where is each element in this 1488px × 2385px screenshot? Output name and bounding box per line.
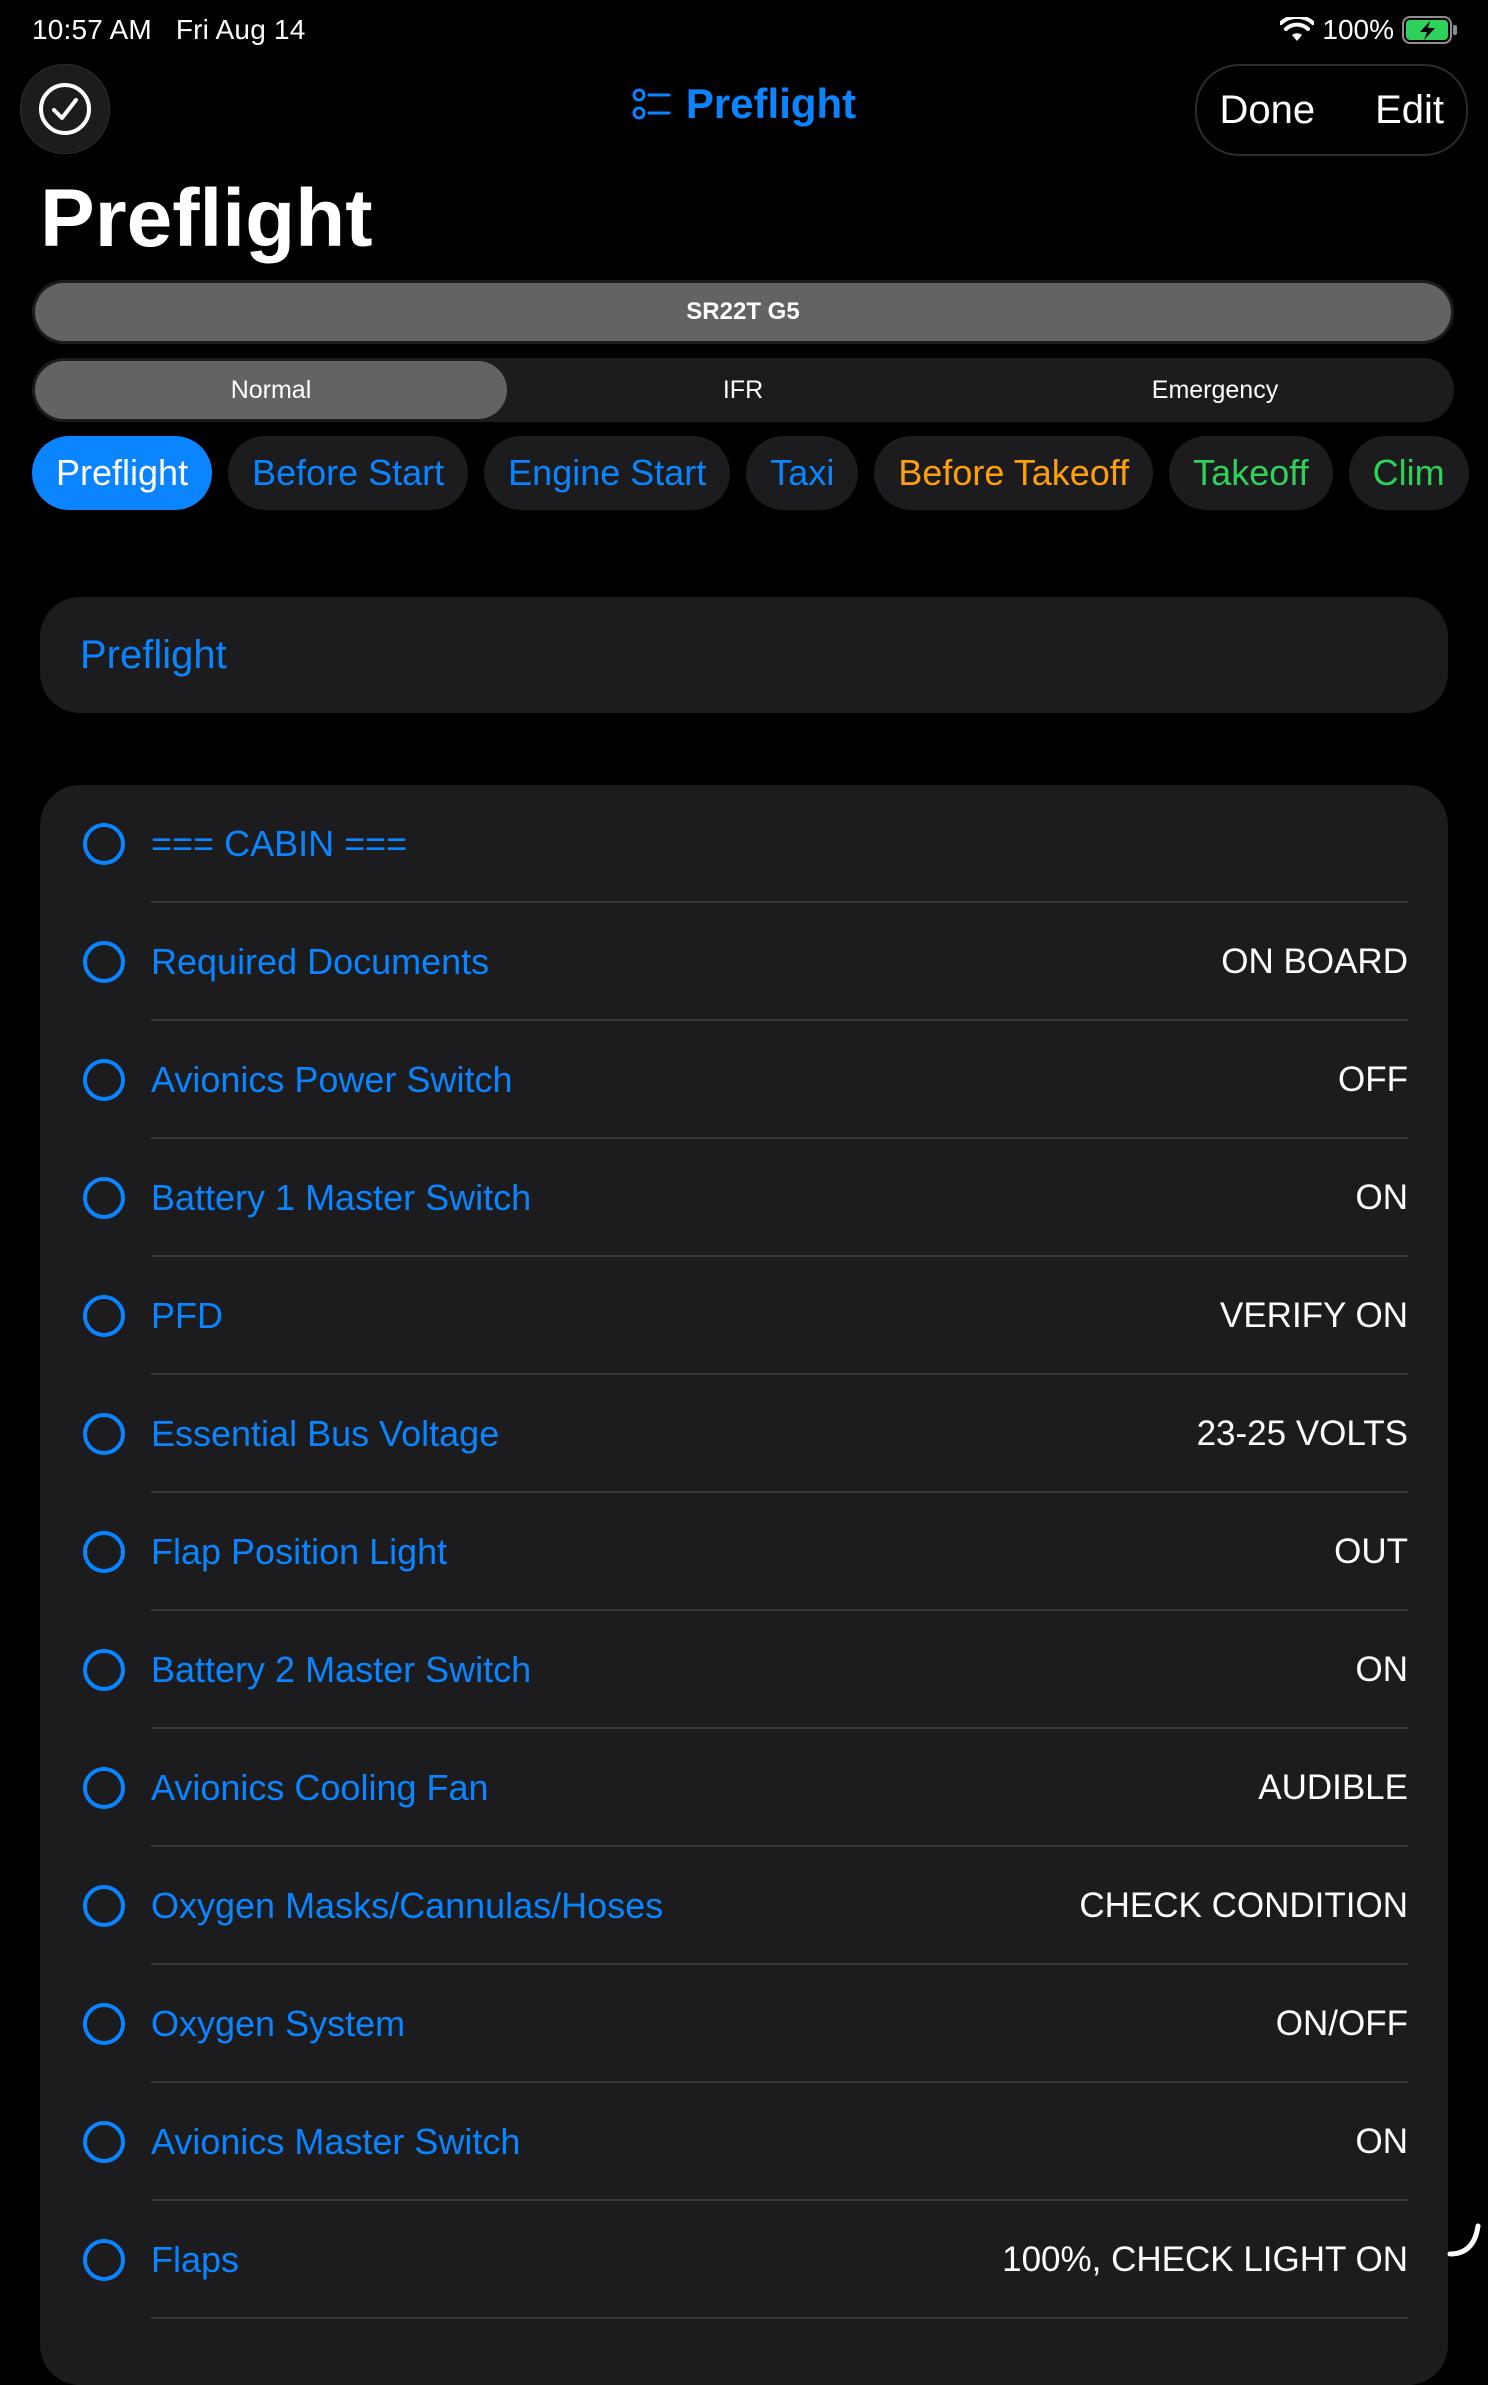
checklist-row[interactable]: Essential Bus Voltage 23-25 VOLTS [40,1375,1448,1493]
checklist-item-label: Avionics Master Switch [151,2121,521,2162]
checklist-item-value: ON [1355,2122,1409,2161]
battery-percent: 100% [1322,14,1394,45]
checklist-row[interactable]: Avionics Power Switch OFF [40,1021,1448,1139]
checklist-item-value: ON [1355,1178,1409,1217]
aircraft-selector[interactable]: SR22T G5 [32,280,1454,344]
checklist-item-value: AUDIBLE [1258,1768,1408,1807]
resize-handle-icon[interactable] [1444,2220,1484,2260]
unchecked-circle-icon[interactable] [83,2121,125,2163]
checklist-row[interactable]: Oxygen Masks/Cannulas/Hoses CHECK CONDITI… [40,1847,1448,1965]
segment-normal[interactable]: Normal [35,361,507,419]
checklist-item-label: Battery 1 Master Switch [151,1177,532,1218]
phase-chip[interactable]: Clim [1348,436,1469,510]
checklist-row[interactable]: Battery 2 Master Switch ON [40,1611,1448,1729]
checklist-row[interactable]: === CABIN === [40,785,1448,903]
row-divider [151,2317,1408,2319]
checklist-icon [632,88,671,120]
status-date: Fri Aug 14 [175,14,306,45]
phase-chip[interactable]: Engine Start [484,436,731,510]
unchecked-circle-icon[interactable] [83,2239,125,2281]
checklist-item-value: VERIFY ON [1219,1296,1408,1335]
checklist-type-segmented-control: Normal IFR Emergency [32,358,1454,422]
status-time-date: 10:57 AM Fri Aug 14 [32,14,306,46]
wifi-icon [1280,17,1315,41]
segment-emergency[interactable]: Emergency [979,361,1451,419]
phase-chip[interactable]: Before Start [228,436,469,510]
page-title: Preflight [40,173,373,264]
section-header[interactable]: Preflight [40,597,1448,713]
status-indicators: 100% [1280,14,1458,46]
unchecked-circle-icon[interactable] [83,2003,125,2045]
nav-title: Preflight [685,80,857,127]
section-header-label: Preflight [80,632,227,677]
unchecked-circle-icon[interactable] [83,1767,125,1809]
checklist-row[interactable]: Avionics Master Switch ON [40,2083,1448,2201]
unchecked-circle-icon[interactable] [83,1649,125,1691]
checklist-item-value: ON BOARD [1221,942,1408,981]
checklist-row[interactable]: PFD VERIFY ON [40,1257,1448,1375]
checklist-row[interactable]: Avionics Cooling Fan AUDIBLE [40,1729,1448,1847]
checklist-item-label: Essential Bus Voltage [151,1413,500,1454]
checklist-item-label: Flap Position Light [151,1531,448,1572]
phase-chip[interactable]: Taxi [746,436,859,510]
checklist-row[interactable]: Required Documents ON BOARD [40,903,1448,1021]
status-bar: 10:57 AM Fri Aug 14 100% [0,0,1488,62]
checklist-item-label: Oxygen Masks/Cannulas/Hoses [151,1885,664,1926]
unchecked-circle-icon[interactable] [83,1177,125,1219]
checklist-item-value: ON/OFF [1275,2004,1408,2043]
phase-chip[interactable]: Preflight [32,436,213,510]
checklist-item-label: PFD [151,1295,223,1336]
edit-button[interactable]: Edit [1375,88,1444,133]
checklist-item-value: ON [1355,1650,1409,1689]
done-button[interactable]: Done [1219,88,1315,133]
checklist-item-value: OUT [1334,1532,1408,1571]
unchecked-circle-icon[interactable] [83,1885,125,1927]
checklist-row[interactable]: Flaps 100%, CHECK LIGHT ON [40,2201,1448,2319]
checklist-item-value: 100%, CHECK LIGHT ON [1002,2240,1408,2279]
checklist-item-label: Avionics Cooling Fan [151,1767,489,1808]
checklist-item-label: Battery 2 Master Switch [151,1649,532,1690]
aircraft-selected[interactable]: SR22T G5 [35,283,1451,341]
battery-charging-icon [1402,16,1457,44]
unchecked-circle-icon[interactable] [83,823,125,865]
unchecked-circle-icon[interactable] [83,1295,125,1337]
phase-chips: Preflight Before Start Engine Start Taxi Bef… [32,436,1469,510]
unchecked-circle-icon[interactable] [83,1059,125,1101]
phase-chip[interactable]: Before Takeoff [874,436,1154,510]
segment-ifr[interactable]: IFR [507,361,979,419]
checklist-item-label: Flaps [151,2239,240,2280]
unchecked-circle-icon[interactable] [83,1531,125,1573]
checklist-row[interactable]: Oxygen System ON/OFF [40,1965,1448,2083]
checklist-item-value: CHECK CONDITION [1079,1886,1408,1925]
checklist-item-label: Avionics Power Switch [151,1059,513,1100]
checklist-item-value: OFF [1338,1060,1408,1099]
phase-chip[interactable]: Takeoff [1169,436,1333,510]
status-time: 10:57 AM [32,14,152,45]
checklist-item-label: Required Documents [151,941,490,982]
checklist-item-label: === CABIN === [151,823,408,864]
checklist-item-value: 23-25 VOLTS [1196,1414,1408,1453]
checklist-row[interactable]: Flap Position Light OUT [40,1493,1448,1611]
nav-actions: Done Edit [1195,64,1468,156]
checklist-item-label: Oxygen System [151,2003,406,2044]
checklist-row[interactable]: Battery 1 Master Switch ON [40,1139,1448,1257]
checklist-list: === CABIN === Required Documents ON BOARD A… [40,785,1448,2385]
unchecked-circle-icon[interactable] [83,941,125,983]
unchecked-circle-icon[interactable] [83,1413,125,1455]
